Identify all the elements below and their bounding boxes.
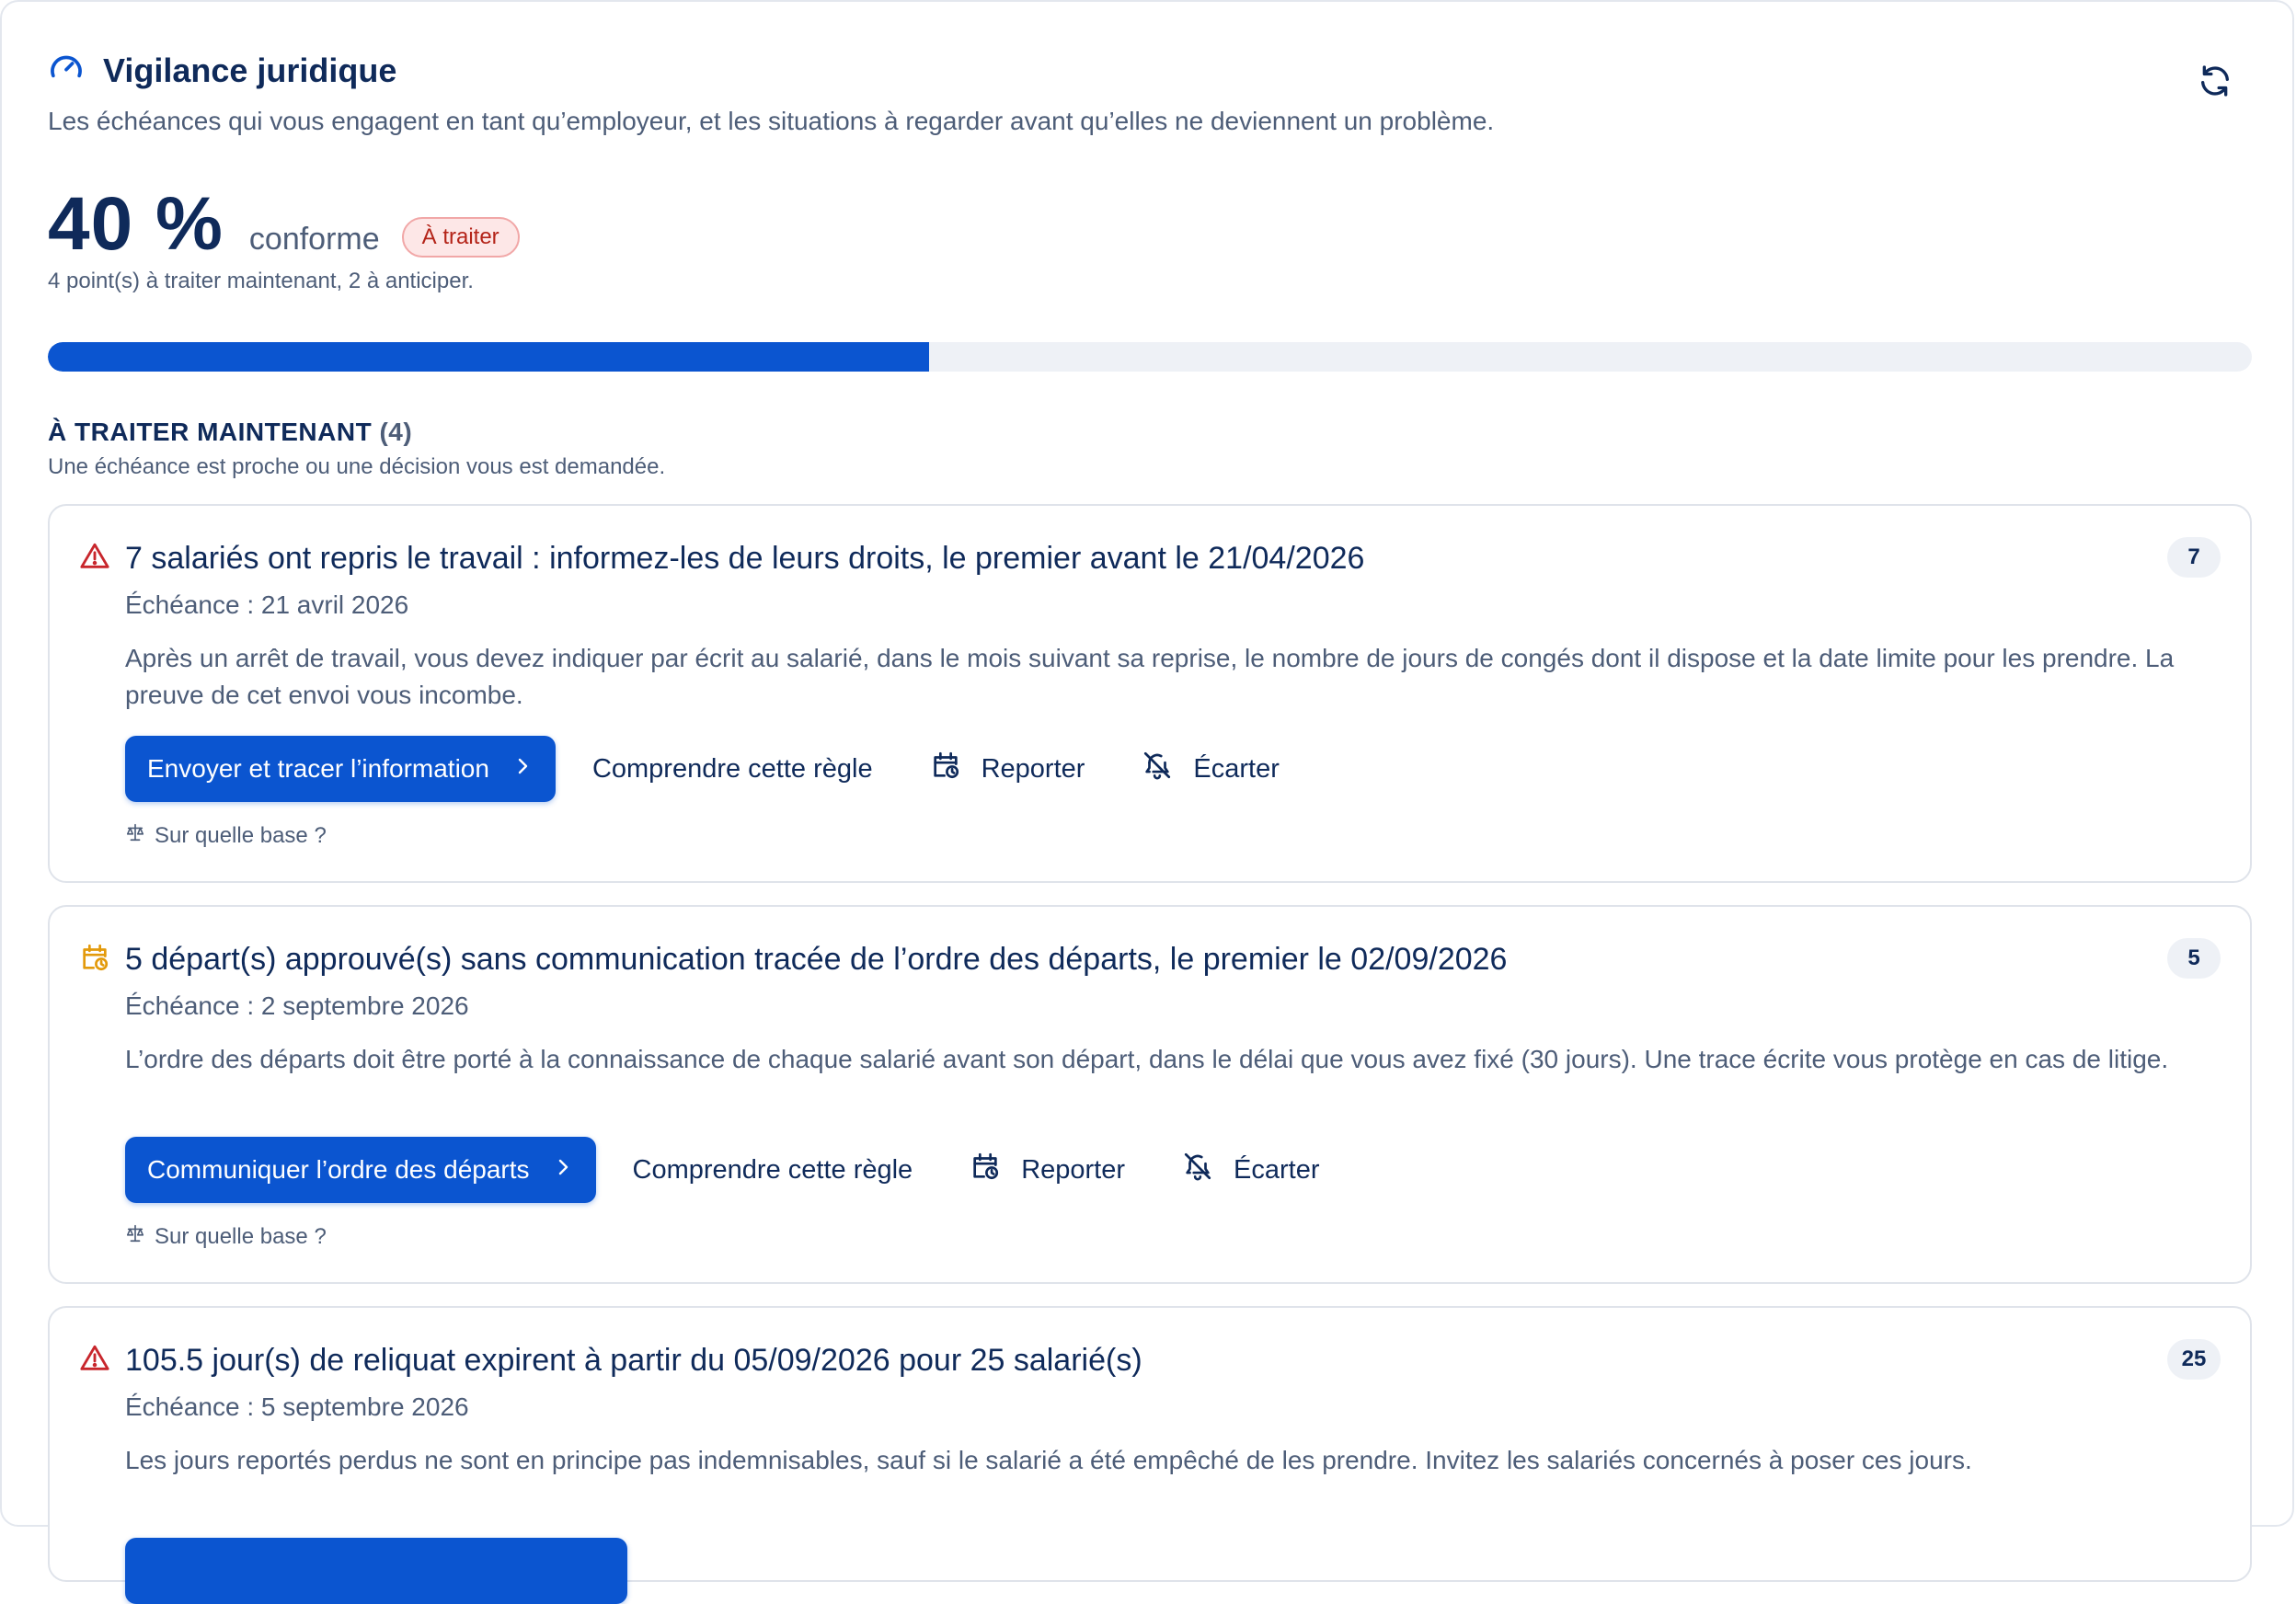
chevron-right-icon — [511, 754, 534, 784]
postpone-button[interactable]: Reporter — [930, 750, 1085, 788]
bell-off-icon — [1142, 750, 1173, 788]
compliance-score: 40 % conforme À traiter — [48, 181, 520, 268]
card-description: L’ordre des départs doit être porté à la… — [125, 1045, 2169, 1073]
card-description: Les jours reportés perdus ne sont en pri… — [125, 1446, 1972, 1474]
postpone-button[interactable]: Reporter — [970, 1151, 1125, 1189]
warning-icon — [79, 541, 110, 572]
progress-fill — [48, 342, 930, 372]
warning-icon — [79, 1343, 110, 1374]
card-actions: Communiquer l’ordre des départs Comprend… — [125, 1137, 1320, 1203]
card-title: 7 salariés ont repris le travail : infor… — [125, 541, 1365, 576]
card-count-badge: 7 — [2167, 537, 2221, 578]
page-title: Vigilance juridique — [103, 51, 397, 89]
refresh-icon[interactable] — [2197, 63, 2233, 99]
score-value: 40 % — [48, 182, 224, 266]
card-description: Après un arrêt de travail, vous devez in… — [125, 644, 2175, 709]
bell-off-icon — [1182, 1151, 1213, 1189]
score-summary: 4 point(s) à traiter maintenant, 2 à ant… — [48, 269, 474, 293]
send-information-button[interactable]: Envoyer et tracer l’information — [125, 736, 556, 802]
card-actions — [125, 1538, 627, 1604]
understand-rule-button[interactable]: Comprendre cette règle — [592, 754, 873, 785]
calendar-clock-icon — [970, 1151, 1001, 1189]
alert-card: 7 salariés ont repris le travail : infor… — [48, 504, 2252, 883]
legal-basis-link[interactable]: Sur quelle base ? — [125, 1223, 327, 1250]
score-label: conforme — [248, 222, 380, 257]
status-badge: À traiter — [401, 217, 520, 258]
dismiss-label: Écarter — [1234, 1154, 1320, 1185]
card-due-date: Échéance : 5 septembre 2026 — [125, 1392, 469, 1421]
compliance-progress-bar — [48, 342, 2252, 372]
communicate-order-button[interactable]: Communiquer l’ordre des départs — [125, 1137, 596, 1203]
dismiss-button[interactable]: Écarter — [1142, 750, 1280, 788]
dismiss-button[interactable]: Écarter — [1182, 1151, 1320, 1189]
card-title: 5 départ(s) approuvé(s) sans communicati… — [125, 942, 1508, 977]
vigilance-panel: Vigilance juridique Les échéances qui vo… — [0, 0, 2294, 1604]
legal-basis-label: Sur quelle base ? — [155, 822, 327, 848]
calendar-clock-icon — [930, 750, 961, 788]
legal-basis-link[interactable]: Sur quelle base ? — [125, 822, 327, 849]
page-subtitle: Les échéances qui vous engagent en tant … — [48, 107, 1495, 135]
alert-card: 5 départ(s) approuvé(s) sans communicati… — [48, 905, 2252, 1284]
legal-basis-label: Sur quelle base ? — [155, 1223, 327, 1249]
scales-icon — [125, 1223, 145, 1250]
section-title: À TRAITER MAINTENANT (4) — [48, 418, 412, 447]
calendar-clock-icon — [79, 942, 110, 973]
postpone-label: Reporter — [981, 753, 1085, 784]
panel-header: Vigilance juridique — [48, 50, 396, 91]
dismiss-label: Écarter — [1193, 753, 1280, 784]
card-due-date: Échéance : 21 avril 2026 — [125, 590, 409, 619]
primary-button-label: Communiquer l’ordre des départs — [147, 1155, 530, 1184]
primary-button-label: Envoyer et tracer l’information — [147, 754, 489, 783]
section-title-text: À TRAITER MAINTENANT — [48, 418, 373, 446]
card-count-badge: 5 — [2167, 938, 2221, 979]
alert-card: 105.5 jour(s) de reliquat expirent à par… — [48, 1306, 2252, 1604]
gauge-icon — [48, 50, 85, 91]
chevron-right-icon — [552, 1155, 574, 1185]
scales-icon — [125, 822, 145, 849]
card-actions: Envoyer et tracer l’information Comprend… — [125, 736, 1280, 802]
card-due-date: Échéance : 2 septembre 2026 — [125, 991, 469, 1020]
section-count: (4) — [379, 418, 413, 446]
understand-rule-button[interactable]: Comprendre cette règle — [633, 1155, 913, 1186]
section-subtitle: Une échéance est proche ou une décision … — [48, 454, 666, 479]
card-title: 105.5 jour(s) de reliquat expirent à par… — [125, 1343, 1142, 1378]
primary-action-button[interactable] — [125, 1538, 627, 1604]
card-count-badge: 25 — [2167, 1339, 2221, 1380]
postpone-label: Reporter — [1021, 1154, 1126, 1185]
